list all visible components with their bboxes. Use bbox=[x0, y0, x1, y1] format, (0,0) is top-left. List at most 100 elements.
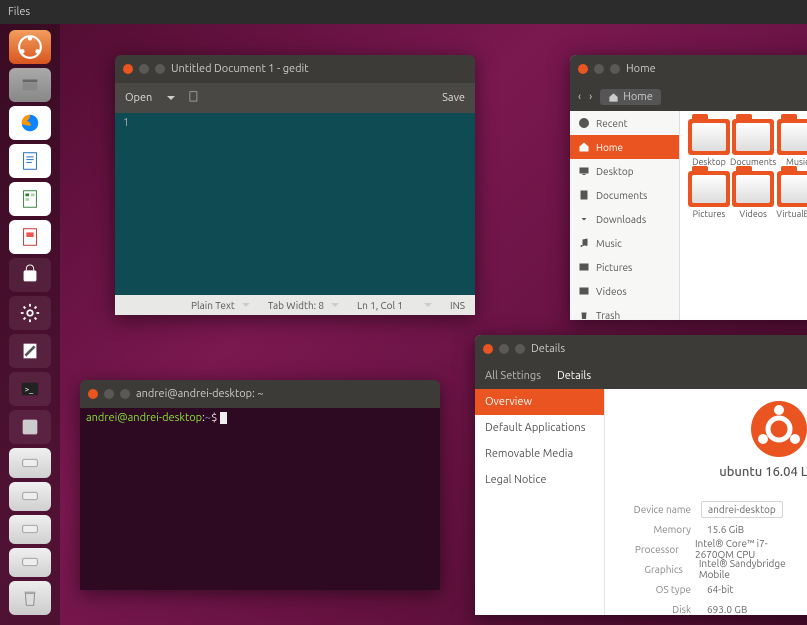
details-side-legal-notice[interactable]: Legal Notice bbox=[475, 467, 604, 493]
sidebar-item-videos[interactable]: Videos bbox=[570, 279, 679, 303]
new-doc-icon[interactable] bbox=[187, 90, 201, 107]
chevron-down-icon bbox=[242, 303, 250, 311]
music-icon bbox=[578, 237, 590, 249]
terminal-title: andrei@andrei-desktop: ~ bbox=[136, 388, 264, 400]
libre-writer-icon[interactable] bbox=[9, 144, 51, 178]
files-titlebar[interactable]: Home bbox=[570, 55, 807, 83]
svg-text:>_: >_ bbox=[25, 384, 35, 394]
minimize-icon[interactable] bbox=[499, 344, 509, 354]
sidebar-item-trash[interactable]: Trash bbox=[570, 303, 679, 320]
info-key: Disk bbox=[621, 604, 701, 615]
files-title: Home bbox=[626, 63, 656, 75]
chevron-down-icon[interactable] bbox=[167, 96, 175, 104]
documents-icon bbox=[578, 189, 590, 201]
sidebar-item-music[interactable]: Music bbox=[570, 231, 679, 255]
forward-button[interactable]: › bbox=[589, 91, 592, 103]
gedit-title: Untitled Document 1 - gedit bbox=[171, 63, 309, 75]
details-tab[interactable]: Details bbox=[557, 370, 591, 382]
software-center-icon[interactable] bbox=[9, 258, 51, 292]
downloads-icon bbox=[578, 213, 590, 225]
app-icon[interactable] bbox=[9, 410, 51, 444]
sidebar-item-label: Downloads bbox=[596, 214, 646, 225]
files-pathbar: ‹ › Home bbox=[570, 83, 807, 111]
close-icon[interactable] bbox=[483, 344, 493, 354]
folder-music[interactable]: Music bbox=[776, 119, 807, 167]
libre-calc-icon[interactable] bbox=[9, 182, 51, 216]
dash-icon[interactable] bbox=[9, 30, 51, 64]
sidebar-item-downloads[interactable]: Downloads bbox=[570, 207, 679, 231]
settings-gear-icon[interactable] bbox=[9, 296, 51, 330]
top-menubar: Files bbox=[0, 0, 807, 24]
details-window[interactable]: Details All Settings Details OverviewDef… bbox=[475, 335, 807, 615]
maximize-icon[interactable] bbox=[120, 389, 130, 399]
maximize-icon[interactable] bbox=[610, 64, 620, 74]
folder-virtualbox[interactable]: VirtualBox bbox=[776, 171, 807, 219]
details-titlebar[interactable]: Details bbox=[475, 335, 807, 363]
close-icon[interactable] bbox=[123, 64, 133, 74]
syntax-selector[interactable]: Plain Text bbox=[191, 300, 250, 311]
minimize-icon[interactable] bbox=[104, 389, 114, 399]
terminal-titlebar[interactable]: andrei@andrei-desktop: ~ bbox=[80, 380, 440, 408]
details-content: ubuntu 16.04 LTS Device nameandrei-deskt… bbox=[605, 389, 807, 615]
breadcrumb-label: Home bbox=[623, 91, 653, 103]
maximize-icon[interactable] bbox=[515, 344, 525, 354]
folder-pictures[interactable]: Pictures bbox=[688, 171, 730, 219]
close-icon[interactable] bbox=[578, 64, 588, 74]
nautilus-icon[interactable] bbox=[9, 68, 51, 102]
terminal-launcher-icon[interactable]: >_ bbox=[9, 372, 51, 406]
sidebar-item-label: Music bbox=[596, 238, 622, 249]
breadcrumb[interactable]: Home bbox=[600, 89, 661, 105]
details-side-overview[interactable]: Overview bbox=[475, 389, 604, 415]
folder-label: Videos bbox=[739, 209, 767, 219]
trash-icon[interactable] bbox=[9, 581, 51, 615]
sidebar-item-home[interactable]: Home bbox=[570, 135, 679, 159]
terminal-body[interactable]: andrei@andrei-desktop:~$ bbox=[80, 408, 440, 590]
firefox-icon[interactable] bbox=[9, 106, 51, 140]
folder-documents[interactable]: Documents bbox=[730, 119, 776, 167]
minimize-icon[interactable] bbox=[594, 64, 604, 74]
folder-icon bbox=[777, 171, 807, 207]
folder-desktop[interactable]: Desktop bbox=[688, 119, 730, 167]
gedit-titlebar[interactable]: Untitled Document 1 - gedit bbox=[115, 55, 475, 83]
folder-icon bbox=[688, 119, 730, 155]
drive-icon[interactable] bbox=[9, 515, 51, 544]
sidebar-item-desktop[interactable]: Desktop bbox=[570, 159, 679, 183]
files-window[interactable]: Home ‹ › Home RecentHomeDesktopDocuments… bbox=[570, 55, 807, 320]
info-value[interactable]: andrei-desktop bbox=[701, 501, 783, 518]
details-title: Details bbox=[531, 343, 565, 355]
tabwidth-selector[interactable]: Tab Width: 8 bbox=[268, 300, 339, 311]
libre-impress-icon[interactable] bbox=[9, 220, 51, 254]
gedit-launcher-icon[interactable] bbox=[9, 334, 51, 368]
drive-icon[interactable] bbox=[9, 448, 51, 477]
files-grid[interactable]: DesktopDocumentsMusic Pictures Videos Virtu… bbox=[680, 111, 807, 320]
maximize-icon[interactable] bbox=[155, 64, 165, 74]
gedit-window[interactable]: Untitled Document 1 - gedit Open Save 1 … bbox=[115, 55, 475, 315]
details-subbar: All Settings Details bbox=[475, 363, 807, 389]
save-button[interactable]: Save bbox=[442, 92, 465, 104]
sidebar-item-label: Desktop bbox=[596, 166, 634, 177]
drive-icon[interactable] bbox=[9, 548, 51, 577]
sidebar-item-pictures[interactable]: Pictures bbox=[570, 255, 679, 279]
chevron-down-icon[interactable] bbox=[424, 303, 432, 311]
folder-videos[interactable]: Videos bbox=[730, 171, 776, 219]
sidebar-item-label: Videos bbox=[596, 286, 627, 297]
folder-icon bbox=[732, 119, 774, 155]
minimize-icon[interactable] bbox=[139, 64, 149, 74]
all-settings-button[interactable]: All Settings bbox=[485, 370, 541, 382]
drive-icon[interactable] bbox=[9, 482, 51, 511]
close-icon[interactable] bbox=[88, 389, 98, 399]
back-button[interactable]: ‹ bbox=[578, 91, 581, 103]
videos-icon bbox=[578, 285, 590, 297]
details-side-default-applications[interactable]: Default Applications bbox=[475, 415, 604, 441]
sidebar-item-recent[interactable]: Recent bbox=[570, 111, 679, 135]
info-value: 15.6 GiB bbox=[701, 522, 750, 537]
terminal-window[interactable]: andrei@andrei-desktop: ~ andrei@andrei-d… bbox=[80, 380, 440, 590]
gedit-editor[interactable]: 1 bbox=[115, 113, 475, 295]
info-key: Processor bbox=[621, 544, 689, 555]
home-icon bbox=[608, 92, 619, 103]
details-side-removable-media[interactable]: Removable Media bbox=[475, 441, 604, 467]
details-sidebar: OverviewDefault ApplicationsRemovable Me… bbox=[475, 389, 605, 615]
sidebar-item-label: Recent bbox=[596, 118, 628, 129]
open-button[interactable]: Open bbox=[125, 92, 152, 104]
sidebar-item-documents[interactable]: Documents bbox=[570, 183, 679, 207]
